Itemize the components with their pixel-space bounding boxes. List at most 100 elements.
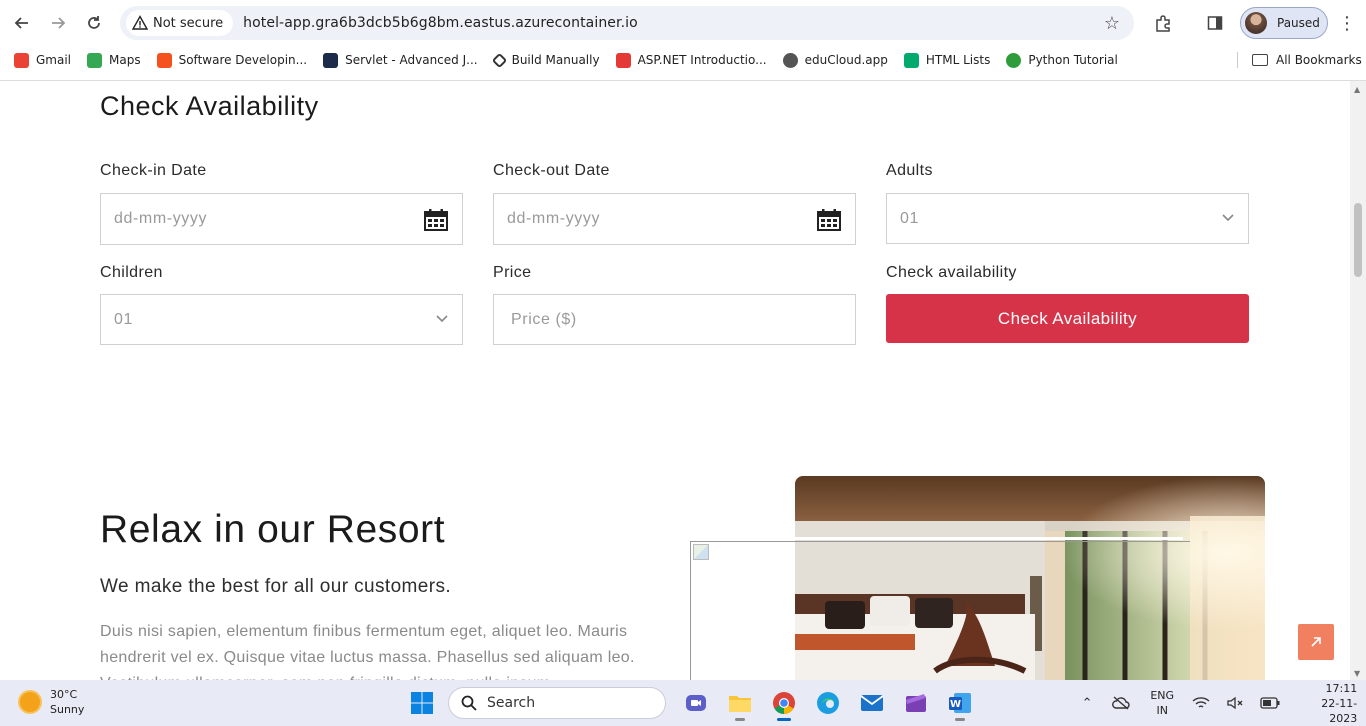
temperature: 30°C <box>50 688 78 701</box>
arrow-up-icon <box>1311 637 1321 647</box>
input-language[interactable]: ENG IN <box>1150 688 1174 718</box>
build-icon <box>491 52 507 68</box>
children-label: Children <box>100 264 163 281</box>
bookmarks-divider <box>1237 52 1238 68</box>
start-button[interactable] <box>404 685 440 721</box>
calendar-icon[interactable] <box>817 209 841 231</box>
search-icon <box>461 695 477 711</box>
checkin-label: Check-in Date <box>100 162 207 179</box>
resort-subtitle: We make the best for all our customers. <box>100 576 452 597</box>
profile-button[interactable]: Paused <box>1240 7 1328 39</box>
check-availability-label: Check availability <box>886 264 1017 281</box>
bookmark-software-developing[interactable]: Software Developin... <box>155 48 310 72</box>
maps-icon <box>87 52 103 68</box>
clock-date: 22-11-2023 <box>1321 696 1358 725</box>
taskbar-search[interactable]: Search <box>448 687 666 719</box>
forward-arrow-icon[interactable] <box>40 5 76 41</box>
bookmark-educloud[interactable]: eduCloud.app <box>781 48 890 72</box>
price-label: Price <box>493 264 532 281</box>
broken-image-placeholder <box>690 541 1190 680</box>
scroll-up-icon[interactable]: ▲ <box>1354 85 1360 94</box>
clock-time: 17:11 <box>1325 681 1358 695</box>
mail-app[interactable] <box>854 685 890 721</box>
folder-icon <box>1252 54 1268 66</box>
profile-status: Paused <box>1277 16 1320 30</box>
weather-condition: Sunny <box>50 703 85 716</box>
weather-widget[interactable]: 30°C Sunny <box>20 687 84 717</box>
address-bar[interactable]: Not secure hotel-app.gra6b3dcb5b6g8bm.ea… <box>120 6 1134 40</box>
file-explorer-app[interactable] <box>722 685 758 721</box>
reload-icon[interactable] <box>76 5 112 41</box>
bookmark-html-lists[interactable]: HTML Lists <box>902 48 992 72</box>
bookmark-aspnet[interactable]: ASP.NET Introductio... <box>614 48 769 72</box>
aspnet-icon <box>615 52 631 68</box>
resort-description: Duis nisi sapien, elementum finibus ferm… <box>100 623 635 680</box>
bookmark-gmail[interactable]: Gmail <box>12 48 73 72</box>
chevron-up-icon[interactable]: ⌃ <box>1078 692 1096 714</box>
python-icon <box>1006 52 1022 68</box>
side-panel-icon[interactable] <box>1198 6 1232 40</box>
sun-icon <box>20 692 40 712</box>
availability-title: Check Availability <box>100 91 319 121</box>
page-scrollbar[interactable]: ▲ ▼ <box>1350 81 1366 680</box>
taskbar: 30°C Sunny Search W ⌃ ENG IN 17:11 22-11… <box>0 680 1366 726</box>
bookmarks-bar: Gmail Maps Software Developin... Servlet… <box>0 46 1366 74</box>
battery-icon[interactable] <box>1260 692 1280 714</box>
extensions-icon[interactable] <box>1146 6 1180 40</box>
bookmark-python-tutorial[interactable]: Python Tutorial <box>1004 48 1120 72</box>
checkout-label: Check-out Date <box>493 162 610 179</box>
scroll-down-icon[interactable]: ▼ <box>1354 669 1360 678</box>
word-app[interactable]: W <box>942 685 978 721</box>
servlet-icon <box>323 52 339 68</box>
kebab-menu-icon[interactable]: ⋮ <box>1338 13 1356 34</box>
windows-icon <box>411 692 433 714</box>
checkout-date-input[interactable]: dd-mm-yyyy <box>493 193 856 245</box>
security-chip[interactable]: Not secure <box>126 10 234 36</box>
all-bookmarks[interactable]: All Bookmarks <box>1252 48 1362 72</box>
wifi-icon[interactable] <box>1192 692 1210 714</box>
page-viewport: Check Availability Check-in Date dd-mm-y… <box>0 81 1350 680</box>
bookmark-star-icon[interactable]: ☆ <box>1104 13 1120 34</box>
back-arrow-icon[interactable] <box>4 5 40 41</box>
teams-chat-app[interactable] <box>678 685 714 721</box>
volume-muted-icon[interactable] <box>1226 692 1244 714</box>
edge-app[interactable] <box>810 685 846 721</box>
onedrive-offline-icon[interactable] <box>1112 692 1130 714</box>
chevron-down-icon <box>436 315 448 323</box>
price-input[interactable]: Price ($) <box>493 294 856 345</box>
warning-icon <box>132 15 148 30</box>
system-clock[interactable]: 17:11 22-11-2023 <box>1304 681 1357 726</box>
running-indicator <box>955 718 965 721</box>
chrome-app[interactable] <box>766 685 802 721</box>
word-icon: W <box>949 693 971 713</box>
svg-text:W: W <box>950 699 961 710</box>
broken-image-icon <box>693 544 709 560</box>
url-text[interactable]: hotel-app.gra6b3dcb5b6g8bm.eastus.azurec… <box>243 15 638 31</box>
adults-label: Adults <box>886 162 933 179</box>
bookmark-maps[interactable]: Maps <box>85 48 143 72</box>
gmail-icon <box>14 52 29 68</box>
image-divider <box>795 537 1183 540</box>
blogger-icon <box>156 52 172 68</box>
bookmark-servlet[interactable]: Servlet - Advanced J... <box>321 48 480 72</box>
children-select[interactable]: 01 <box>100 294 463 345</box>
chevron-down-icon <box>1222 214 1234 222</box>
mail-icon <box>860 695 884 711</box>
clipchamp-app[interactable] <box>898 685 934 721</box>
w3schools-icon <box>903 52 919 68</box>
running-indicator <box>777 718 791 721</box>
bookmark-build-manually[interactable]: Build Manually <box>491 48 602 72</box>
check-availability-button[interactable]: Check Availability <box>886 294 1249 343</box>
checkin-date-input[interactable]: dd-mm-yyyy <box>100 193 463 245</box>
adults-select[interactable]: 01 <box>886 193 1249 244</box>
security-label: Not secure <box>153 15 224 31</box>
avatar <box>1245 12 1267 34</box>
browser-toolbar: Not secure hotel-app.gra6b3dcb5b6g8bm.ea… <box>0 0 1366 46</box>
folder-icon <box>729 696 751 712</box>
calendar-icon[interactable] <box>424 209 448 231</box>
edge-icon <box>817 692 839 714</box>
film-icon <box>906 694 926 712</box>
scroll-to-top-button[interactable] <box>1298 624 1334 660</box>
chrome-icon <box>773 692 795 714</box>
scroll-thumb[interactable] <box>1354 203 1362 277</box>
